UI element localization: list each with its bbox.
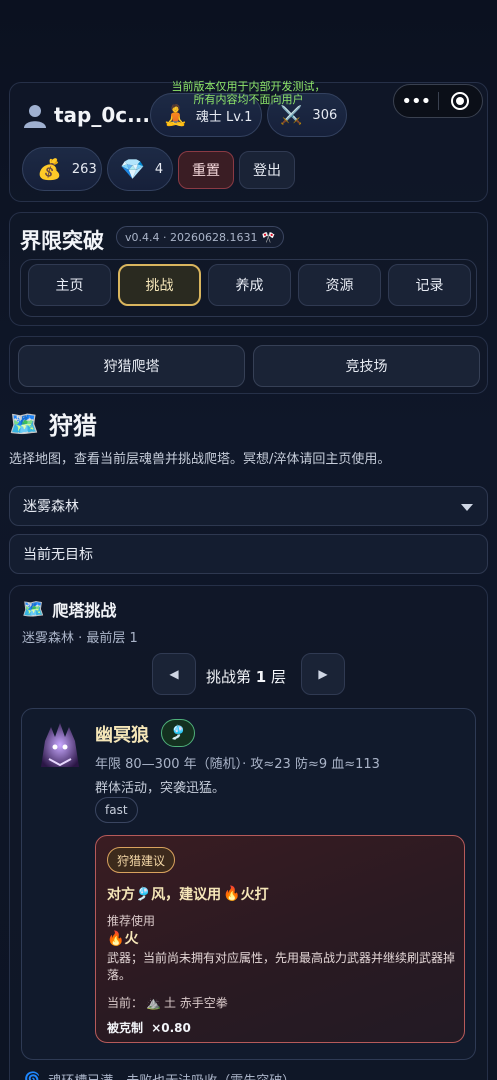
- tower-card: 🗺️ 爬塔挑战 迷雾森林 · 最前层 1 ◀ 挑战第 1 层 ▶ 幽冥狼 🎐 年…: [9, 585, 488, 1080]
- diamond-icon: 💎: [120, 157, 145, 181]
- tower-heading: 🗺️ 爬塔挑战: [22, 597, 116, 621]
- map-select-value: 迷雾森林: [23, 499, 79, 515]
- counter-value: ×0.80: [151, 1021, 191, 1035]
- weapon-note: 武器；当前尚未拥有对应属性，先用最高战力武器并继续刷武器掉落。: [107, 951, 456, 982]
- tower-title: 爬塔挑战: [52, 601, 117, 620]
- username[interactable]: tap_0c...: [54, 103, 150, 127]
- chevron-right-icon: ▶: [318, 667, 328, 681]
- recommend-elem-text: 火: [124, 931, 139, 947]
- current-prefix: 当前：: [107, 996, 144, 1010]
- current-weapon: 当前： ⛰️ 土 赤手空拳: [107, 994, 228, 1011]
- version-badge: v0.4.4 · 20260628.1631 🎌: [116, 226, 285, 248]
- meditate-icon: 🧘: [163, 103, 188, 127]
- footer-note-text: 魂环槽已满，击败也无法吸收（需先突破）: [48, 1070, 295, 1080]
- realm-label: 魂士 Lv.1: [195, 109, 253, 125]
- version-text: v0.4.4 · 20260628.1631: [125, 230, 258, 244]
- tab-challenge[interactable]: 挑战: [118, 264, 201, 306]
- monster-tag: fast: [95, 797, 138, 823]
- gems-value: 4: [154, 161, 164, 177]
- monster-card: 幽冥狼 🎐 年限 80—300 年（随机）· 攻≈23 防≈9 血≈113 群体…: [21, 708, 476, 1060]
- gems-pill[interactable]: 💎 4: [107, 147, 173, 191]
- hunt-heading: 🗺️ 狩猎: [9, 406, 97, 441]
- chevron-down-icon: [461, 504, 473, 511]
- recommend-element: 🔥火: [107, 928, 138, 948]
- money-bag-icon: 💰: [37, 157, 62, 181]
- monster-portrait: [35, 719, 85, 773]
- advice-badge-text: 狩猎建议: [117, 853, 166, 868]
- target-text: 当前无目标: [23, 547, 93, 563]
- fire-icon: 🔥: [107, 931, 125, 947]
- advice-headline-prefix: 对方: [107, 887, 135, 903]
- map-select[interactable]: 迷雾森林: [9, 486, 488, 526]
- coins-pill[interactable]: 💰 263: [22, 147, 102, 191]
- nav-card: 界限突破 v0.4.4 · 20260628.1631 🎌 主页 挑战 养成 资…: [9, 212, 488, 326]
- close-target-icon[interactable]: [438, 92, 482, 110]
- counter-info: 被克制 ×0.80: [107, 1019, 191, 1036]
- advice-headline: 对方 🎐 风，建议用 🔥 火 打: [107, 884, 269, 904]
- hunt-description: 选择地图，查看当前层魂兽并挑战爬塔。冥想/淬体请回主页使用。: [9, 452, 391, 467]
- reset-button[interactable]: 重置: [178, 151, 234, 189]
- monster-stats: 年限 80—300 年（随机）· 攻≈23 防≈9 血≈113: [95, 757, 380, 772]
- tab-resources[interactable]: 资源: [298, 264, 381, 306]
- current-value: 土 赤手空拳: [163, 996, 228, 1010]
- hunt-tower-button[interactable]: 狩猎爬塔: [18, 345, 245, 387]
- app-title: 界限突破: [20, 229, 104, 253]
- tab-records[interactable]: 记录: [388, 264, 471, 306]
- advice-box: 狩猎建议 对方 🎐 风，建议用 🔥 火 打 推荐使用 🔥火 武器；当前尚未拥有对…: [95, 835, 465, 1043]
- hunt-title: 狩猎: [48, 412, 97, 440]
- user-avatar-icon: [22, 103, 48, 129]
- floor-prefix: 挑战第: [206, 668, 256, 686]
- advice-headline-enemy: 风，建议用: [151, 887, 222, 903]
- earth-mountain-icon: ⛰️: [146, 995, 161, 1010]
- map-icon: 🗺️: [22, 598, 45, 620]
- floor-number: 1: [255, 668, 267, 686]
- map-icon: 🗺️: [9, 409, 39, 438]
- arena-button[interactable]: 竞技场: [253, 345, 480, 387]
- tower-subtitle: 迷雾森林 · 最前层 1: [22, 631, 138, 646]
- wind-flag-icon: 🎐: [169, 725, 187, 741]
- crossed-swords-icon: ⚔️: [280, 104, 303, 126]
- more-dots-icon[interactable]: •••: [394, 91, 438, 112]
- advice-headline-elem: 火: [240, 887, 255, 903]
- tab-home[interactable]: 主页: [28, 264, 111, 306]
- footer-note: 🌀 魂环槽已满，击败也无法吸收（需先突破）: [24, 1070, 295, 1080]
- ring-swirl-icon: 🌀: [24, 1072, 41, 1080]
- monster-tag-text: fast: [105, 803, 128, 817]
- miniprogram-capsule: •••: [393, 84, 483, 118]
- logout-button[interactable]: 登出: [239, 151, 295, 189]
- advice-badge: 狩猎建议: [107, 847, 176, 873]
- flag-icon: 🎌: [261, 230, 276, 244]
- prev-floor-button[interactable]: ◀: [152, 653, 196, 695]
- mode-card: 狩猎爬塔 竞技场: [9, 336, 488, 394]
- coins-value: 263: [71, 161, 97, 177]
- advice-headline-suffix: 打: [254, 887, 269, 903]
- counter-label: 被克制: [107, 1021, 144, 1035]
- chevron-left-icon: ◀: [169, 667, 179, 681]
- target-field: 当前无目标: [9, 534, 488, 574]
- recommend-label: 推荐使用: [107, 914, 156, 928]
- monster-name: 幽冥狼: [95, 725, 149, 746]
- monster-desc: 群体活动，突袭迅猛。: [95, 781, 226, 796]
- power-value: 306: [312, 107, 338, 123]
- wind-flag-icon: 🎐: [135, 886, 152, 902]
- tab-cultivate[interactable]: 养成: [208, 264, 291, 306]
- floor-suffix: 层: [266, 668, 286, 686]
- next-floor-button[interactable]: ▶: [301, 653, 345, 695]
- fire-icon: 🔥: [223, 886, 241, 902]
- floor-label: 挑战第 1 层: [206, 666, 286, 687]
- monster-element-badge: 🎐: [161, 719, 195, 747]
